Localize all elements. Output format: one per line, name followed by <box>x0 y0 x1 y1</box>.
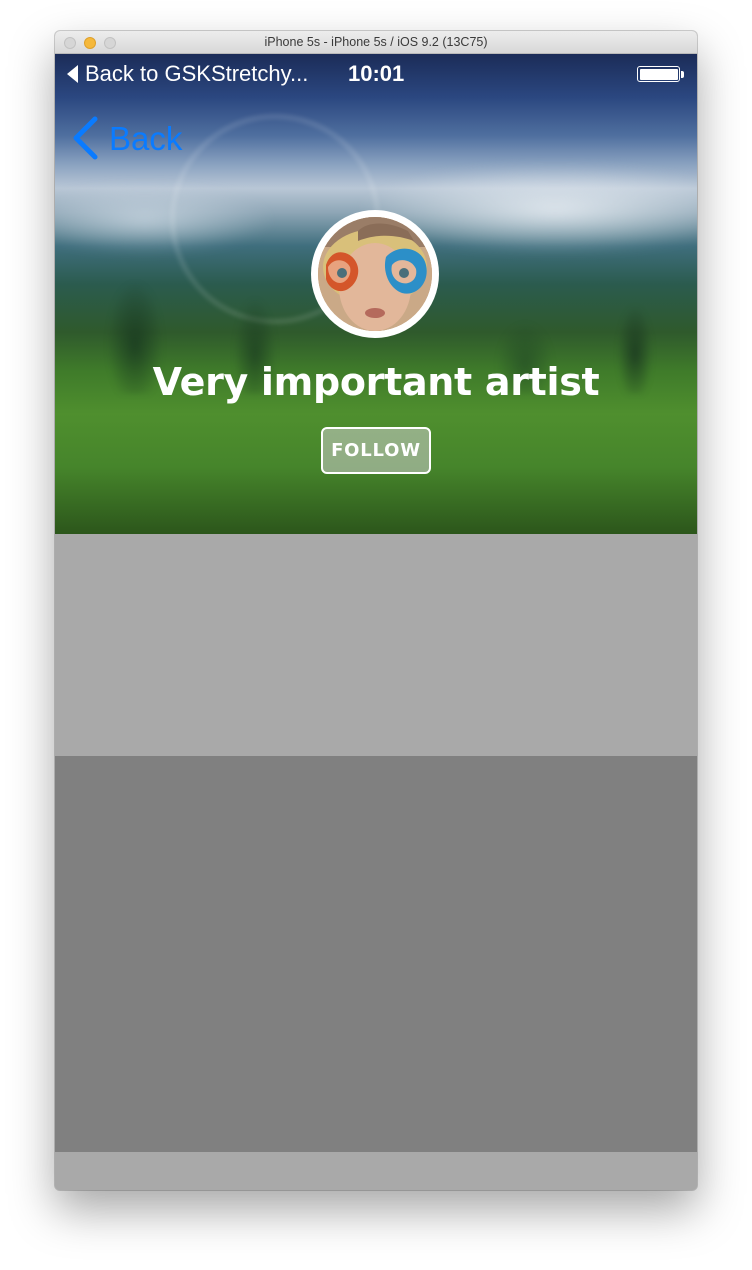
stretchy-header: Back to GSKStretchy... 10:01 Back Very i… <box>55 54 697 534</box>
window-title: iPhone 5s - iPhone 5s / iOS 9.2 (13C75) <box>264 35 488 49</box>
battery-tip <box>681 71 684 78</box>
simulator-window: iPhone 5s - iPhone 5s / iOS 9.2 (13C75) … <box>55 31 697 1190</box>
follow-button[interactable]: FOLLOW <box>321 427 431 474</box>
status-time: 10:01 <box>348 61 405 86</box>
artist-photo-image <box>318 217 432 331</box>
content-section-light <box>55 534 697 756</box>
back-button[interactable]: Back <box>71 116 182 160</box>
battery-fill <box>639 68 678 80</box>
content-section-dark <box>55 756 697 1152</box>
chevron-left-icon <box>73 116 98 160</box>
artist-photo <box>318 217 432 331</box>
status-bar: Back to GSKStretchy... 10:01 <box>55 54 697 94</box>
back-button-label: Back <box>109 119 183 157</box>
battery-icon <box>637 66 680 82</box>
content-section-light-bottom <box>55 1152 697 1190</box>
window-titlebar: iPhone 5s - iPhone 5s / iOS 9.2 (13C75) <box>55 31 697 54</box>
back-to-app-link[interactable]: Back to GSKStretchy... <box>67 61 308 87</box>
back-to-app-label: Back to GSKStretchy... <box>85 61 309 86</box>
artist-avatar <box>311 210 439 338</box>
triangle-left-icon <box>67 65 78 83</box>
artist-name: Very important artist <box>152 360 600 404</box>
iphone-screen: Back to GSKStretchy... 10:01 Back Very i… <box>55 54 697 1190</box>
